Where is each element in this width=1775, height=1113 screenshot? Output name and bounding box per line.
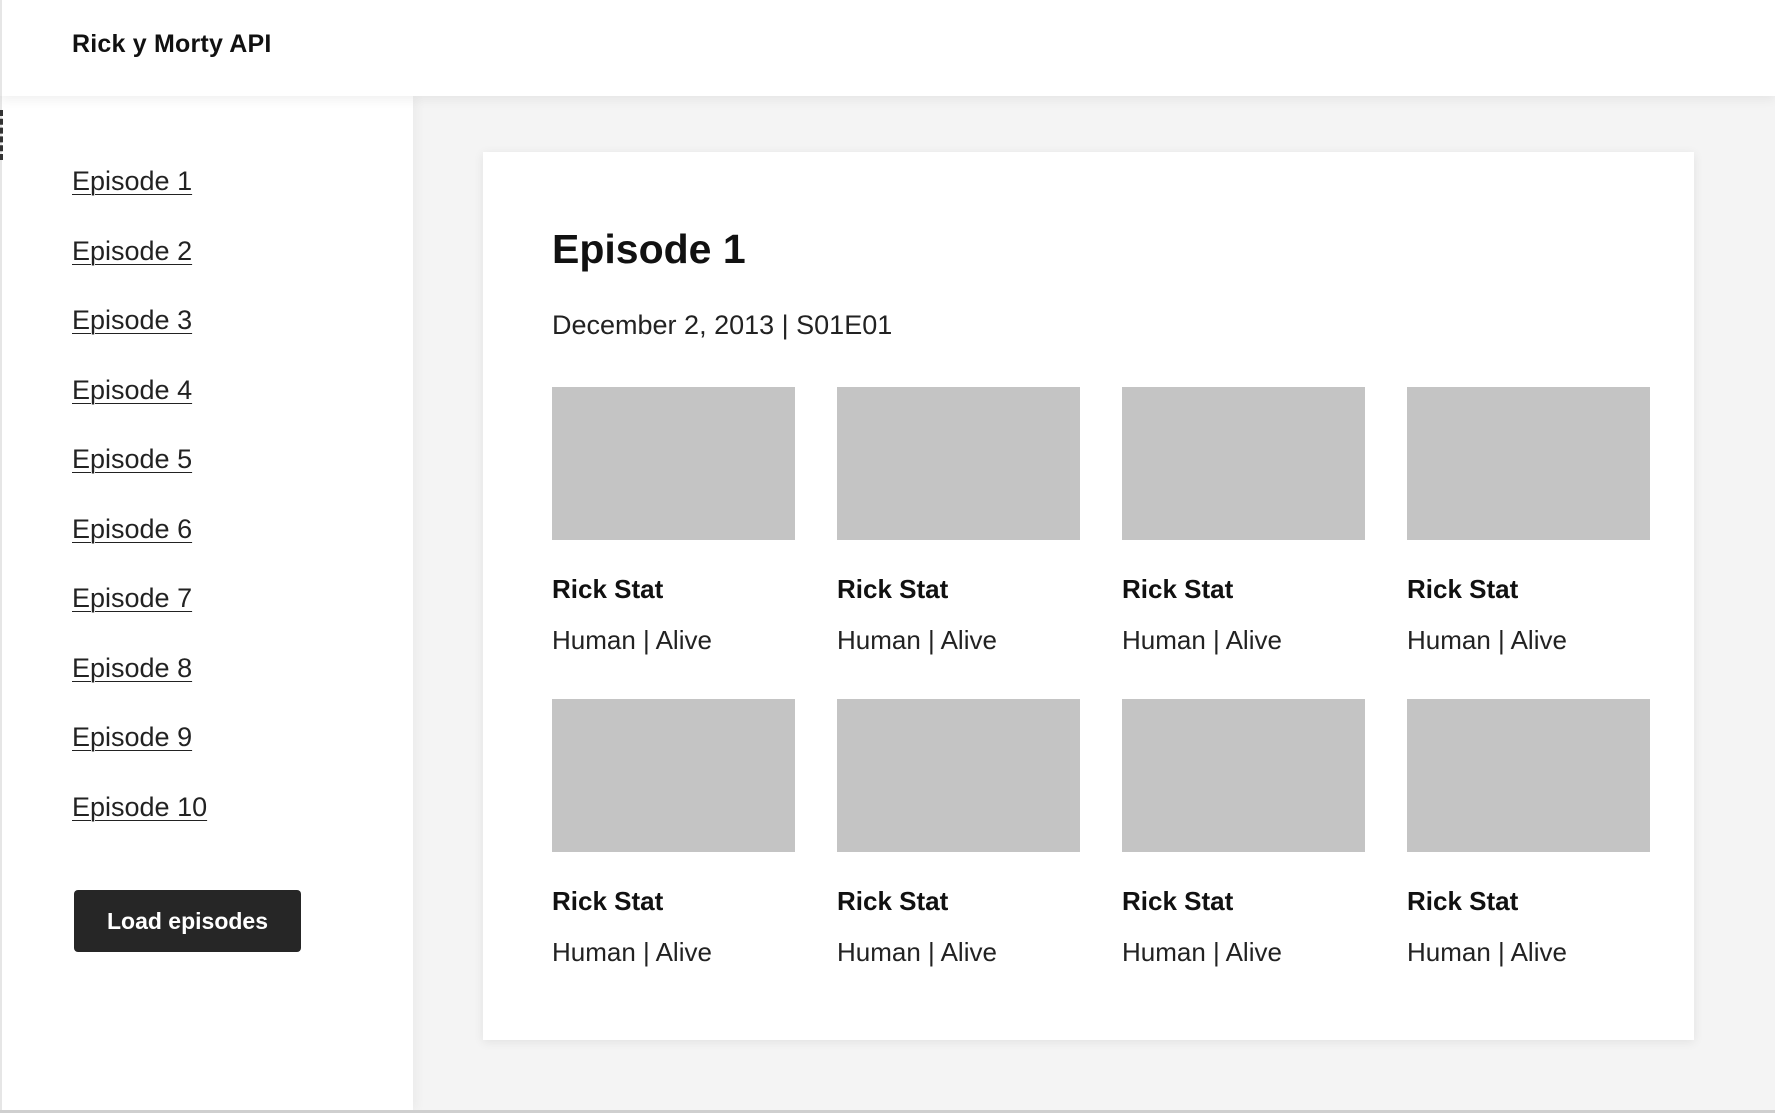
character-name: Rick Stat [552,574,664,604]
app-header: Rick y Morty API [0,0,1775,96]
character-meta: Human | Alive [1122,937,1282,967]
load-episodes-button[interactable]: Load episodes [74,890,301,952]
character-card[interactable]: Rick Stat Human | Alive [552,699,795,1011]
character-image [837,387,1080,540]
character-grid: Rick Stat Human | Alive Rick Stat Human … [552,387,1652,1011]
character-card[interactable]: Rick Stat Human | Alive [1122,387,1365,699]
character-meta: Human | Alive [1122,625,1282,655]
sidebar-item-episode-2[interactable]: Episode 2 [72,236,192,266]
character-card[interactable]: Rick Stat Human | Alive [1407,699,1650,1011]
character-name: Rick Stat [552,886,664,916]
app-title: Rick y Morty API [72,30,272,58]
character-image [1122,387,1365,540]
character-name: Rick Stat [837,886,949,916]
character-name: Rick Stat [1122,886,1234,916]
list-item: Episode 6 [72,514,207,584]
character-image [1407,699,1650,852]
character-card[interactable]: Rick Stat Human | Alive [1122,699,1365,1011]
character-meta: Human | Alive [552,937,712,967]
list-item: Episode 5 [72,444,207,514]
character-meta: Human | Alive [552,625,712,655]
list-item: Episode 8 [72,653,207,723]
character-meta: Human | Alive [1407,937,1567,967]
episode-list: Episode 1 Episode 2 Episode 3 Episode 4 … [72,166,207,861]
list-item: Episode 7 [72,583,207,653]
character-image [1407,387,1650,540]
character-image [837,699,1080,852]
page-title: Episode 1 [552,226,746,272]
character-image [552,387,795,540]
list-item: Episode 4 [72,375,207,445]
character-card[interactable]: Rick Stat Human | Alive [552,387,795,699]
list-item: Episode 2 [72,236,207,306]
window-edge-marker [0,110,6,160]
list-item: Episode 10 [72,792,207,862]
sidebar-item-episode-4[interactable]: Episode 4 [72,375,192,405]
episode-meta: December 2, 2013 | S01E01 [552,310,893,340]
sidebar-item-episode-3[interactable]: Episode 3 [72,305,192,335]
sidebar-item-episode-7[interactable]: Episode 7 [72,583,192,613]
character-name: Rick Stat [1122,574,1234,604]
episode-detail-card: Episode 1 December 2, 2013 | S01E01 Rick… [483,152,1694,1040]
character-name: Rick Stat [1407,574,1519,604]
sidebar-item-episode-8[interactable]: Episode 8 [72,653,192,683]
character-card[interactable]: Rick Stat Human | Alive [1407,387,1650,699]
character-name: Rick Stat [1407,886,1519,916]
list-item: Episode 9 [72,722,207,792]
sidebar-item-episode-1[interactable]: Episode 1 [72,166,192,196]
character-image [1122,699,1365,852]
list-item: Episode 3 [72,305,207,375]
character-card[interactable]: Rick Stat Human | Alive [837,387,1080,699]
character-image [552,699,795,852]
character-meta: Human | Alive [1407,625,1567,655]
list-item: Episode 1 [72,166,207,236]
character-meta: Human | Alive [837,937,997,967]
character-meta: Human | Alive [837,625,997,655]
sidebar: Episode 1 Episode 2 Episode 3 Episode 4 … [0,96,413,1110]
character-card[interactable]: Rick Stat Human | Alive [837,699,1080,1011]
sidebar-item-episode-6[interactable]: Episode 6 [72,514,192,544]
sidebar-item-episode-10[interactable]: Episode 10 [72,792,207,822]
sidebar-item-episode-9[interactable]: Episode 9 [72,722,192,752]
character-name: Rick Stat [837,574,949,604]
sidebar-item-episode-5[interactable]: Episode 5 [72,444,192,474]
